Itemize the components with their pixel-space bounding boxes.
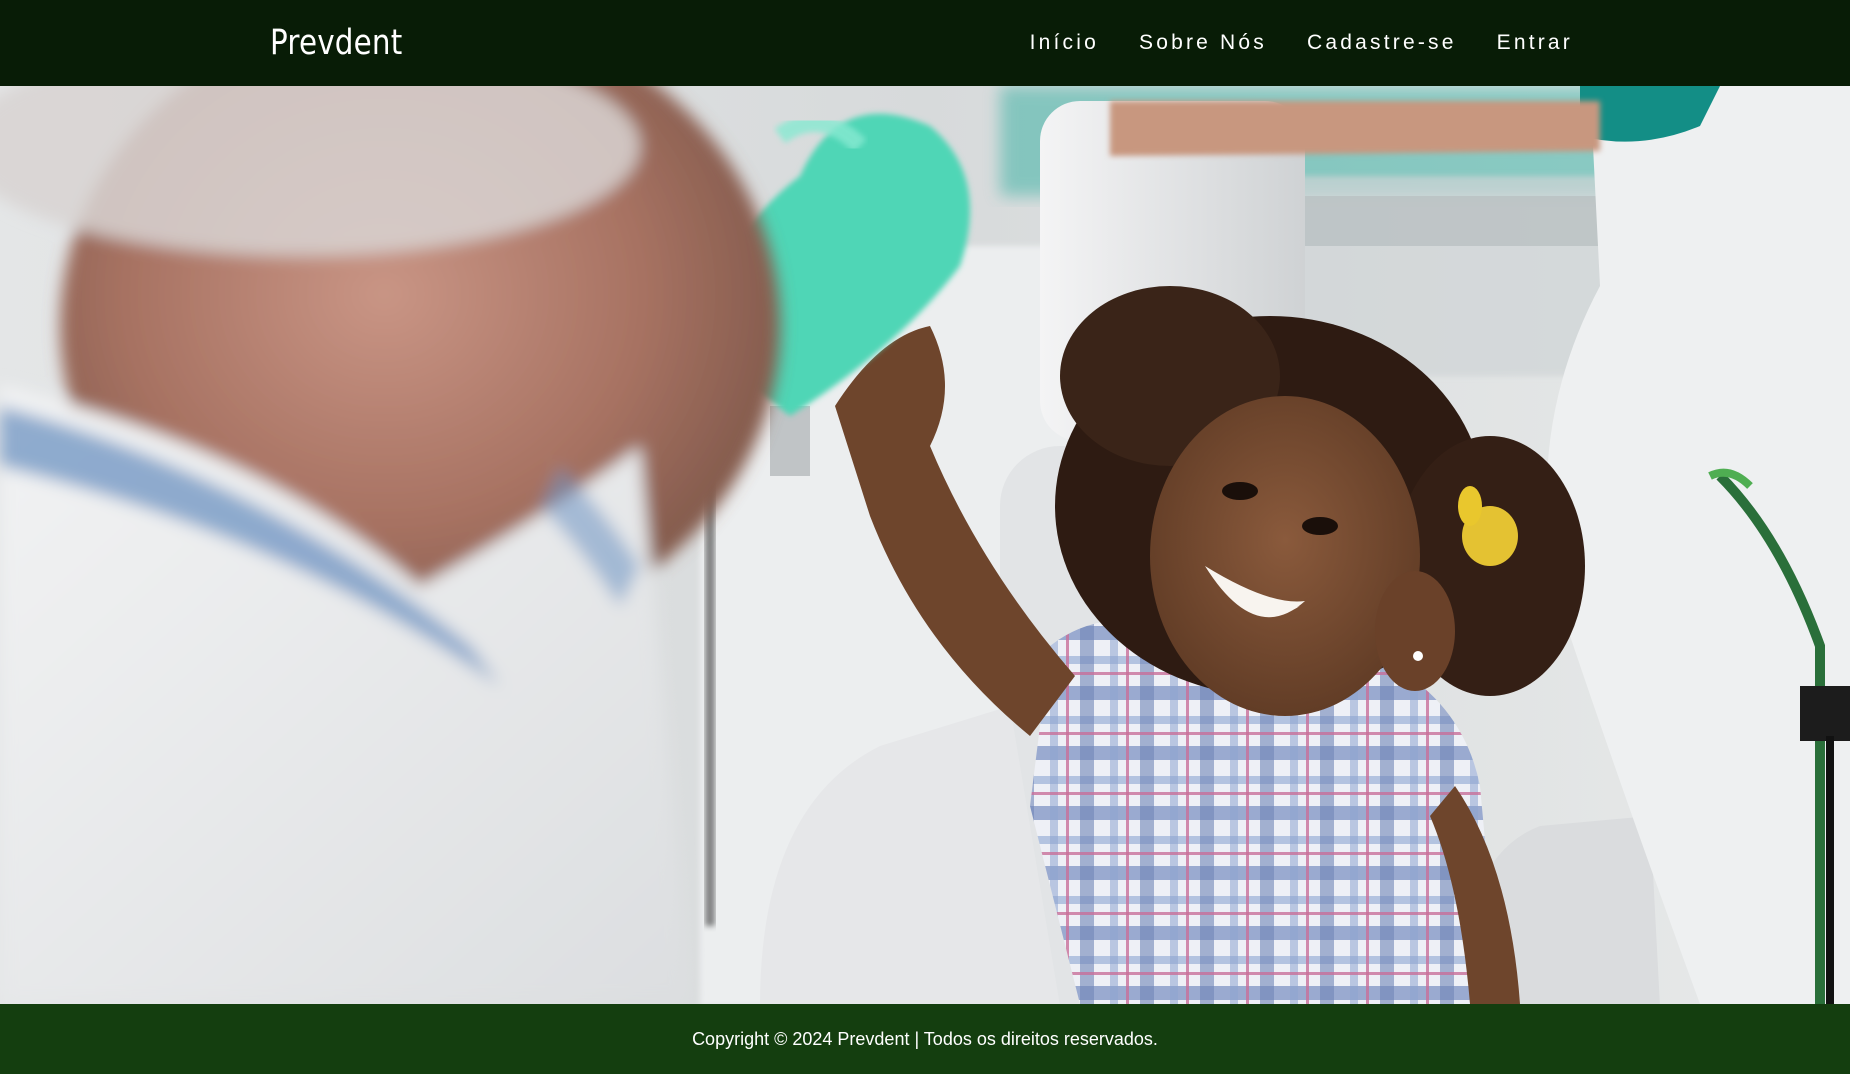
hero-image	[0, 86, 1850, 1004]
brand-logo[interactable]: Prevdent	[270, 0, 402, 86]
nav-link-inicio[interactable]: Início	[1030, 31, 1099, 55]
nav-links: Início Sobre Nós Cadastre-se Entrar	[990, 0, 1573, 86]
nav-link-entrar[interactable]: Entrar	[1497, 31, 1573, 55]
nav-link-sobre-nos[interactable]: Sobre Nós	[1139, 31, 1267, 55]
navbar: Prevdent Início Sobre Nós Cadastre-se En…	[0, 0, 1850, 86]
nav-link-cadastre-se[interactable]: Cadastre-se	[1307, 31, 1457, 55]
hero-banner	[0, 86, 1850, 1004]
footer: Copyright © 2024 Prevdent | Todos os dir…	[0, 1004, 1850, 1074]
copyright-text: Copyright © 2024 Prevdent | Todos os dir…	[692, 1028, 1158, 1049]
